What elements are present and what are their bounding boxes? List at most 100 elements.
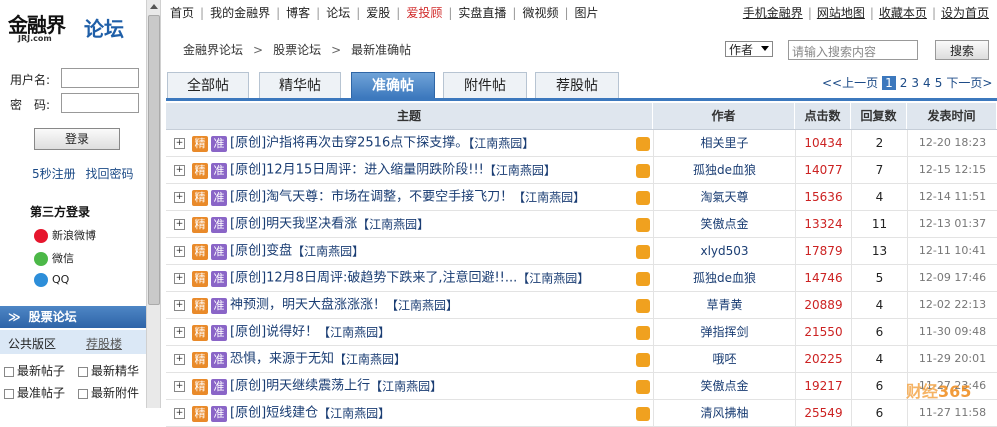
thumbs-up-icon[interactable] (636, 163, 650, 178)
thumbs-up-icon[interactable] (636, 298, 650, 313)
post-tag[interactable]: 【江南燕园】 (292, 245, 364, 259)
thumbs-up-icon[interactable] (636, 271, 650, 286)
post-tag[interactable]: 【江南燕园】 (468, 137, 534, 151)
expand-icon[interactable]: + (174, 246, 185, 257)
scrollbar-thumb[interactable] (148, 15, 160, 305)
stock-recommend-link[interactable]: 荐股楼 (86, 335, 122, 352)
post-tag[interactable]: 【江南燕园】 (318, 407, 390, 421)
password-input[interactable] (61, 93, 139, 113)
nav-link[interactable]: 爱股 (366, 4, 390, 21)
board-section-header[interactable]: ≫ 股票论坛 (0, 306, 146, 328)
post-title-link[interactable]: [原创]12月15日周评：进入缩量阴跌阶段!!! (230, 163, 484, 178)
thumbs-up-icon[interactable] (636, 325, 650, 340)
page-number-link[interactable]: 5 (935, 76, 943, 90)
public-board-link[interactable]: 公共版区 (8, 335, 56, 352)
page-number-link[interactable]: 1 (882, 76, 896, 90)
tab-accurate[interactable]: 准确帖 (351, 72, 435, 98)
expand-icon[interactable]: + (174, 381, 185, 392)
author-link[interactable]: 相关里子 (653, 130, 795, 156)
author-link[interactable]: 笑傲点金 (653, 373, 795, 399)
nav-link[interactable]: 爱投顾 (406, 4, 442, 21)
sidebar-scrollbar[interactable] (146, 0, 161, 408)
author-link[interactable]: 淘氣天尊 (653, 184, 795, 210)
author-link[interactable]: 孤独de血狼 (653, 157, 795, 183)
nav-link[interactable]: 博客 (286, 4, 310, 21)
author-link[interactable]: 哦呸 (653, 346, 795, 372)
breadcrumb-item[interactable]: 金融界论坛 (183, 43, 243, 57)
board-link-latest-posts[interactable]: 最新帖子 (4, 362, 65, 379)
post-title-link[interactable]: [原创]12月8日周评:破趋势下跌来了,注意回避!!... (230, 271, 517, 286)
recover-password-link[interactable]: 找回密码 (85, 167, 133, 181)
post-tag[interactable]: 【江南燕园】 (370, 380, 442, 394)
expand-icon[interactable]: + (174, 273, 185, 284)
scroll-up-icon[interactable] (150, 4, 158, 9)
post-tag[interactable]: 【江南燕园】 (386, 299, 458, 313)
utility-link[interactable]: 手机金融界 (743, 6, 803, 20)
page-number-link[interactable]: 3 (911, 76, 919, 90)
thumbs-up-icon[interactable] (636, 406, 650, 421)
post-title-link[interactable]: [原创]淘气天尊：市场在调整，不要空手接飞刀！ (230, 190, 513, 205)
author-link[interactable]: 草青黄 (653, 292, 795, 318)
page-number-link[interactable]: 4 (923, 76, 931, 90)
post-title-link[interactable]: 恐惧，来源于无知 (230, 352, 334, 367)
username-input[interactable] (61, 68, 139, 88)
post-tag[interactable]: 【江南燕园】 (517, 272, 589, 286)
author-link[interactable]: xlyd503 (653, 238, 795, 264)
expand-icon[interactable]: + (174, 192, 185, 203)
utility-link[interactable]: 设为首页 (941, 6, 989, 20)
site-logo[interactable]: 金融界 论坛 JRJ.com (8, 9, 140, 49)
tab-essence[interactable]: 精华帖 (259, 72, 341, 98)
post-title-link[interactable]: [原创]沪指将再次击穿2516点下探支撑。 (230, 136, 468, 151)
nav-link[interactable]: 我的金融界 (210, 4, 270, 21)
breadcrumb-item[interactable]: 股票论坛 (273, 43, 321, 57)
expand-icon[interactable]: + (174, 165, 185, 176)
tab-attachments[interactable]: 附件帖 (443, 72, 527, 98)
author-link[interactable]: 清风拂柚 (653, 400, 795, 426)
nav-link[interactable]: 实盘直播 (458, 4, 506, 21)
qq-login[interactable]: QQ (34, 273, 69, 287)
breadcrumb-item[interactable]: 最新准确帖 (351, 43, 411, 57)
tab-recommend[interactable]: 荐股帖 (535, 72, 619, 98)
post-tag[interactable]: 【江南燕园】 (484, 164, 556, 178)
wechat-login[interactable]: 微信 (34, 250, 74, 266)
expand-icon[interactable]: + (174, 138, 185, 149)
post-tag[interactable]: 【江南燕园】 (357, 218, 429, 232)
weibo-login[interactable]: 新浪微博 (34, 227, 96, 243)
page-number-link[interactable]: 2 (900, 76, 908, 90)
author-link[interactable]: 孤独de血狼 (653, 265, 795, 291)
board-link-latest-essence[interactable]: 最新精华 (78, 362, 139, 379)
next-page-link[interactable]: 下一页> (946, 76, 992, 90)
tab-all[interactable]: 全部帖 (167, 72, 249, 98)
expand-icon[interactable]: + (174, 219, 185, 230)
nav-link[interactable]: 论坛 (326, 4, 350, 21)
thumbs-up-icon[interactable] (636, 217, 650, 232)
nav-link[interactable]: 微视频 (522, 4, 558, 21)
author-link[interactable]: 笑傲点金 (653, 211, 795, 237)
expand-icon[interactable]: + (174, 354, 185, 365)
thumbs-up-icon[interactable] (636, 379, 650, 394)
expand-icon[interactable]: + (174, 408, 185, 419)
search-field-select[interactable]: 作者 (725, 41, 773, 57)
nav-link[interactable]: 图片 (575, 4, 599, 21)
post-tag[interactable]: 【江南燕园】 (318, 326, 390, 340)
search-button[interactable]: 搜索 (935, 40, 989, 60)
post-title-link[interactable]: [原创]明天继续震荡上行 (230, 379, 370, 394)
post-tag[interactable]: 【江南燕园】 (513, 191, 585, 205)
utility-link[interactable]: 收藏本页 (879, 6, 927, 20)
post-title-link[interactable]: [原创]变盘 (230, 244, 292, 259)
thumbs-up-icon[interactable] (636, 352, 650, 367)
author-link[interactable]: 弹指挥剑 (653, 319, 795, 345)
login-button[interactable]: 登录 (34, 128, 120, 150)
post-title-link[interactable]: 神预测，明天大盘涨涨涨！ (230, 298, 386, 313)
post-title-link[interactable]: [原创]说得好！ (230, 325, 318, 340)
expand-icon[interactable]: + (174, 327, 185, 338)
expand-icon[interactable]: + (174, 300, 185, 311)
board-link-latest-attachments[interactable]: 最新附件 (78, 384, 139, 401)
thumbs-up-icon[interactable] (636, 136, 650, 151)
prev-page-link[interactable]: <<上一页 (822, 76, 878, 90)
nav-link[interactable]: 首页 (170, 4, 194, 21)
board-link-accurate-posts[interactable]: 最准帖子 (4, 384, 65, 401)
register-link[interactable]: 5秒注册 (32, 167, 76, 181)
utility-link[interactable]: 网站地图 (817, 6, 865, 20)
thumbs-up-icon[interactable] (636, 244, 650, 259)
